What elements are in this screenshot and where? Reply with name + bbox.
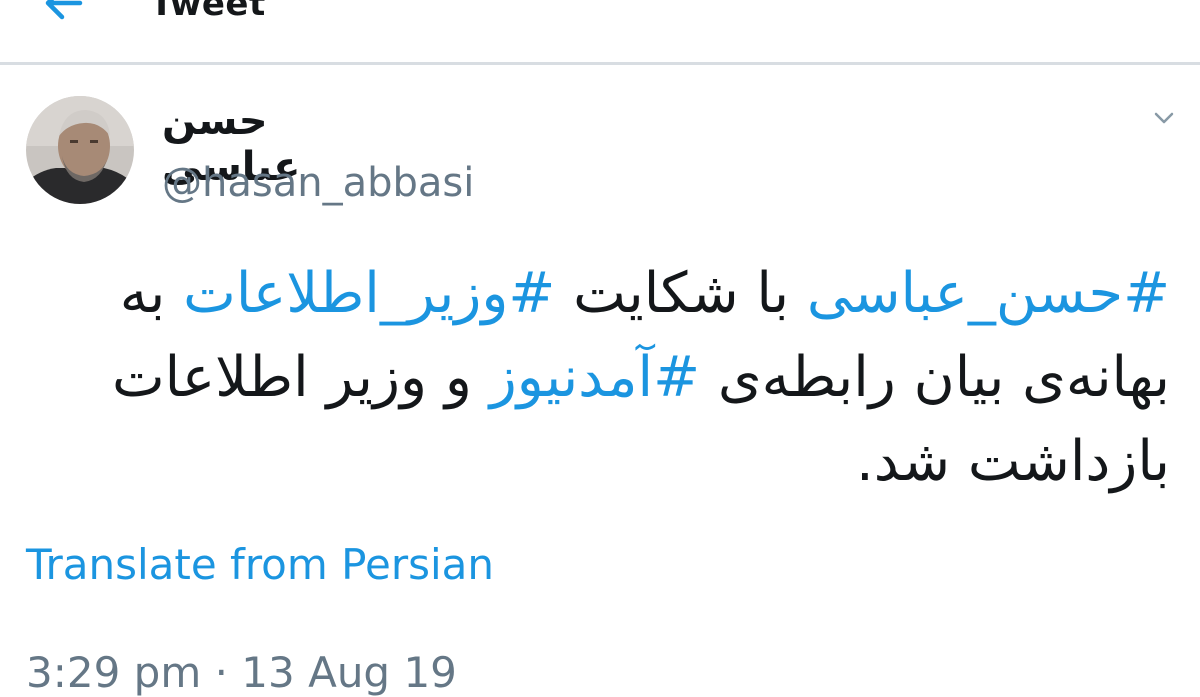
hashtag-link[interactable]: #آمدنیوز bbox=[490, 345, 700, 410]
tweet-timestamp[interactable]: 3:29 pm · 13 Aug 19 bbox=[26, 648, 457, 697]
page-title: Tweet bbox=[150, 0, 266, 24]
hashtag-link[interactable]: #وزیر_اطلاعات bbox=[183, 261, 555, 326]
chevron-down-icon[interactable] bbox=[1150, 104, 1178, 132]
hashtag-link[interactable]: #حسن_عباسی bbox=[807, 261, 1170, 326]
profile-photo-icon bbox=[26, 96, 134, 204]
tweet-text: #حسن_عباسی با شکایت #وزیر_اطلاعات به بها… bbox=[40, 252, 1170, 504]
author-handle[interactable]: @hasan_abbasi bbox=[162, 160, 474, 206]
tweet-text-segment: با شکایت bbox=[555, 261, 807, 326]
app-header: Tweet bbox=[0, 0, 1200, 65]
arrow-left-icon[interactable] bbox=[40, 0, 86, 26]
translate-link[interactable]: Translate from Persian bbox=[26, 540, 494, 589]
avatar[interactable] bbox=[26, 96, 134, 204]
